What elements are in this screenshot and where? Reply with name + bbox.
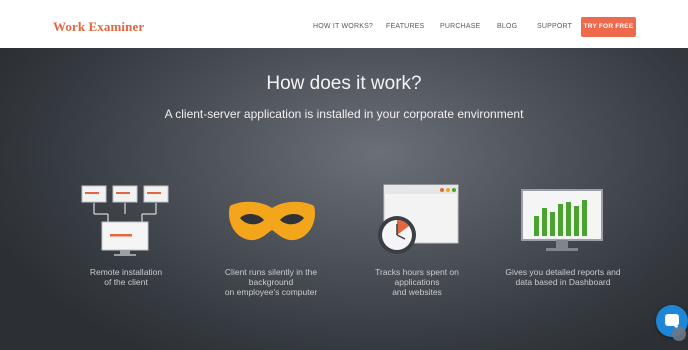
top-navigation-bar: Work Examiner HOW IT WORKS? FEATURES PUR…: [0, 0, 688, 48]
site-logo[interactable]: Work Examiner: [53, 19, 144, 35]
nav-blog[interactable]: BLOG: [497, 23, 517, 30]
hero-subtitle: A client-server application is installed…: [164, 107, 524, 121]
feature-line: of the client: [104, 277, 148, 287]
feature-remote-installation: Remote installation of the client: [56, 267, 196, 287]
nav-support[interactable]: SUPPORT: [537, 23, 572, 30]
dashboard-chart-icon: [521, 189, 603, 251]
feature-line: Remote installation: [89, 267, 163, 277]
feature-line: Tracks hours spent on: [375, 267, 459, 277]
try-for-free-button[interactable]: TRY FOR FREE: [581, 17, 636, 37]
hero-title: How does it work?: [266, 73, 422, 94]
feature-line: Gives you detailed reports and: [505, 267, 621, 277]
network-computers-icon: [81, 185, 169, 256]
mask-icon: [228, 201, 316, 241]
chat-badge: [672, 327, 686, 341]
feature-line: Client runs silently in the: [224, 267, 318, 277]
nav-how-it-works[interactable]: HOW IT WORKS?: [313, 23, 373, 30]
feature-line: background: [248, 277, 294, 287]
feature-tracks-hours: Tracks hours spent on applications and w…: [347, 267, 487, 297]
feature-reports: Gives you detailed reports and data base…: [493, 267, 633, 287]
browser-clock-icon: [378, 184, 459, 254]
nav-features[interactable]: FEATURES: [386, 23, 424, 30]
nav-purchase[interactable]: PURCHASE: [440, 23, 481, 30]
feature-line: on employee's computer: [224, 287, 318, 297]
feature-line: data based in Dashboard: [515, 277, 611, 287]
feature-client-silent: Client runs silently in the background o…: [201, 267, 341, 297]
feature-line: applications: [394, 277, 440, 287]
feature-line: and websites: [392, 287, 442, 297]
